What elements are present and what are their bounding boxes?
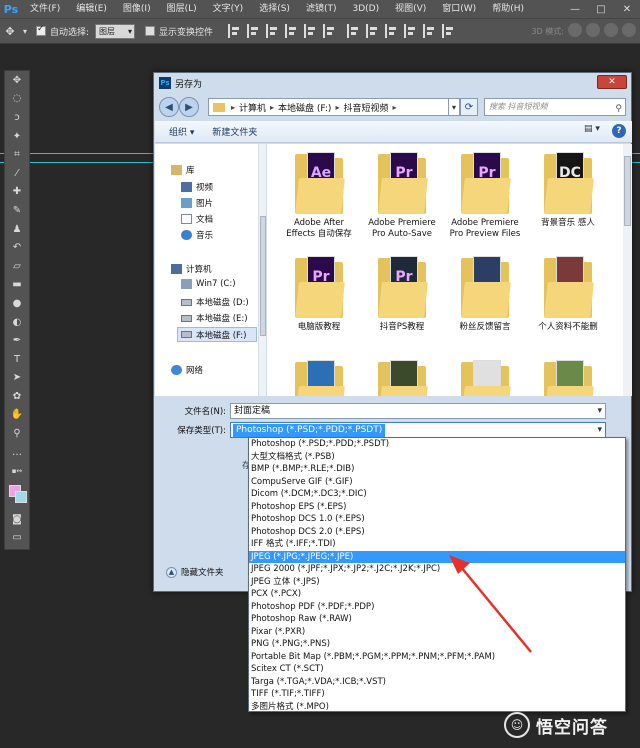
arrow-shaft — [460, 566, 532, 653]
watermark-text: 悟空问答 — [536, 717, 608, 738]
arrow-head — [449, 555, 470, 574]
annotation-arrow — [449, 555, 532, 653]
photoshop-window: Ps 文件(F) 编辑(E) 图像(I) 图层(L) 文字(Y) 选择(S) 滤… — [0, 0, 640, 748]
watermark: ☺ 悟空问答 — [504, 712, 608, 738]
wukong-logo-icon: ☺ — [504, 712, 530, 738]
